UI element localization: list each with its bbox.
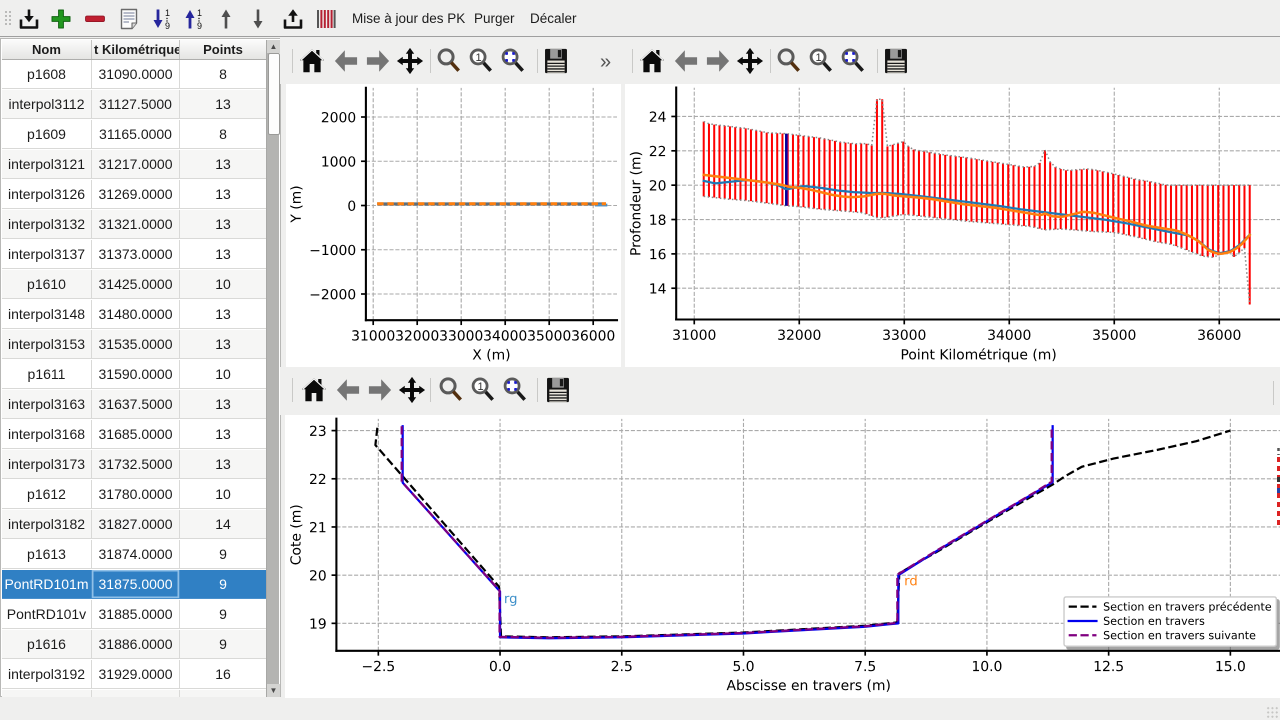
svg-text:1: 1 xyxy=(165,8,170,18)
svg-text:1: 1 xyxy=(476,52,482,64)
svg-text:9: 9 xyxy=(197,21,202,31)
svg-text:1: 1 xyxy=(478,381,484,393)
svg-text:1: 1 xyxy=(816,52,822,64)
svg-text:9: 9 xyxy=(165,21,170,31)
svg-text:1: 1 xyxy=(197,8,202,18)
